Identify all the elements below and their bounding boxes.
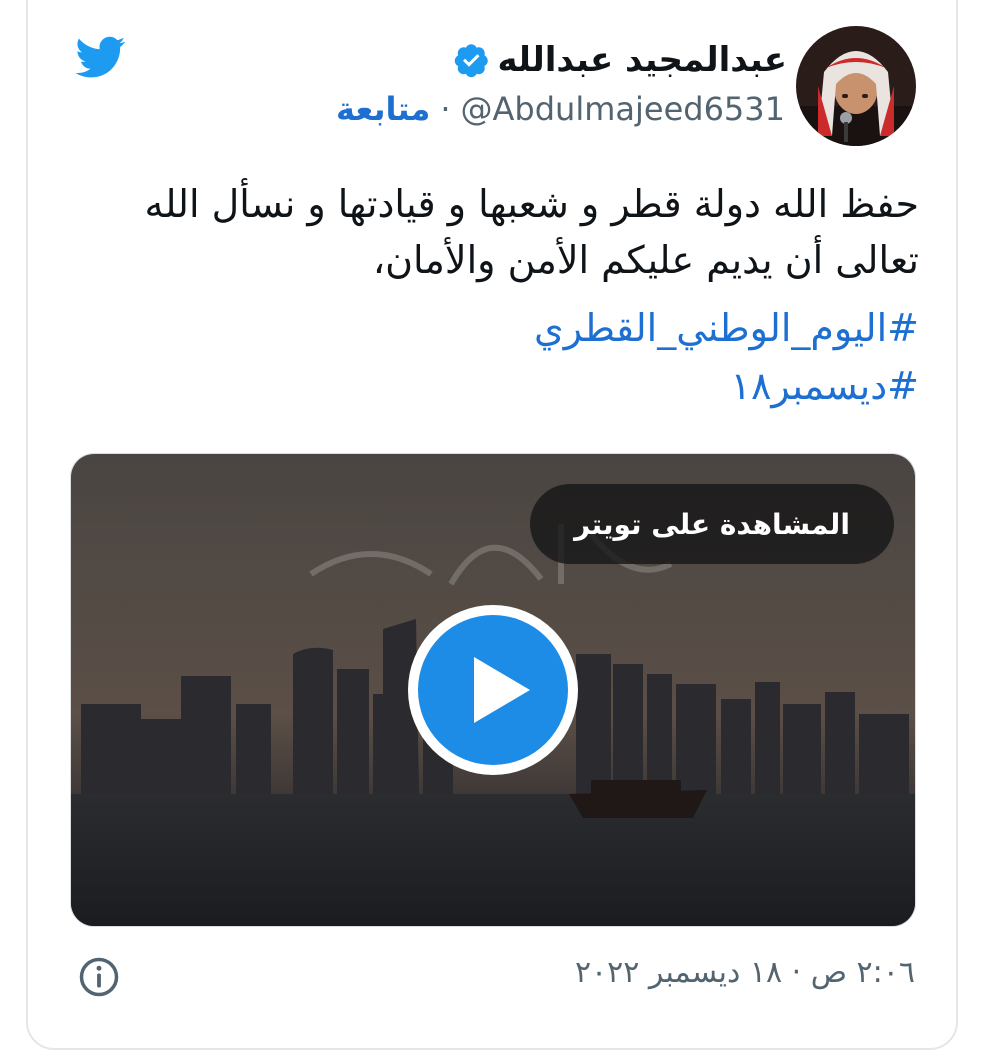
hashtag-december-18[interactable]: #ديسمبر١٨: [731, 364, 919, 408]
tweet-timestamp[interactable]: ٢:٠٦ ص · ١٨ ديسمبر ٢٠٢٢: [575, 955, 915, 990]
display-name[interactable]: عبدالمجيد عبدالله: [498, 40, 787, 80]
twitter-bird-icon[interactable]: [72, 32, 130, 82]
play-icon: [474, 657, 530, 723]
separator-dot: ·: [440, 90, 451, 128]
avatar-image: [796, 26, 916, 146]
follow-button[interactable]: متابعة: [336, 90, 430, 128]
verified-badge-icon: [454, 44, 488, 78]
handle-row: متابعة · @Abdulmajeed6531: [336, 90, 785, 128]
hashtag-national-day[interactable]: #اليوم_الوطني_القطري: [534, 306, 919, 350]
play-button[interactable]: [408, 605, 578, 775]
avatar[interactable]: [796, 26, 916, 146]
watch-on-twitter-button[interactable]: المشاهدة على تويتر: [530, 484, 894, 564]
info-icon[interactable]: [78, 956, 120, 998]
user-name-row: عبدالمجيد عبدالله: [454, 40, 787, 80]
tweet-text: حفظ الله دولة قطر و شعبها و قيادتها و نس…: [144, 182, 919, 282]
user-handle[interactable]: @Abdulmajeed6531: [461, 90, 785, 128]
